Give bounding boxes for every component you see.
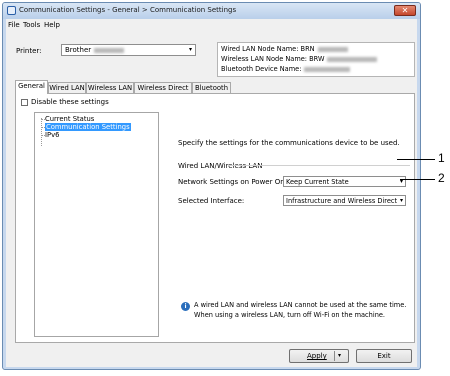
network-settings-label: Network Settings on Power On: [178, 178, 288, 186]
tree-item-current-status[interactable]: Current Status [45, 115, 94, 123]
printer-select[interactable]: Brother ▾ [61, 44, 196, 56]
general-tab-panel: Disable these settings Current Status Co… [15, 93, 415, 343]
apply-label: Apply [307, 352, 327, 360]
printer-label: Printer: [16, 47, 42, 55]
app-window: Communication Settings - General > Commu… [2, 2, 421, 370]
note-line: A wired LAN and wireless LAN cannot be u… [194, 301, 407, 309]
device-info-box: Wired LAN Node Name: BRN Wireless LAN No… [217, 42, 415, 77]
settings-tree: Current Status Communication Settings IP… [34, 112, 159, 337]
info-icon: i [181, 302, 190, 311]
redacted-value [304, 66, 351, 72]
network-settings-value: Keep Current State [286, 178, 349, 186]
app-icon [7, 6, 16, 15]
title-bar[interactable]: Communication Settings - General > Commu… [3, 3, 420, 19]
callout-2: 2 [438, 171, 445, 185]
disable-settings-checkbox[interactable] [21, 99, 28, 106]
tab-wireless-direct[interactable]: Wireless Direct [134, 82, 192, 93]
tree-item-communication-settings[interactable]: Communication Settings [45, 123, 131, 131]
menu-tools[interactable]: Tools [23, 21, 40, 29]
group-divider [228, 165, 410, 166]
callout-line [400, 179, 435, 180]
chevron-down-icon[interactable]: ▾ [338, 352, 341, 359]
menu-help[interactable]: Help [44, 21, 60, 29]
callout-1: 1 [438, 151, 445, 165]
exit-button[interactable]: Exit [356, 349, 412, 363]
selected-interface-value: Infrastructure and Wireless Direct [286, 197, 398, 205]
redacted-model [94, 47, 125, 53]
selected-interface-dropdown[interactable]: Infrastructure and Wireless Direct ▾ [283, 195, 406, 206]
bluetooth-device-name: Bluetooth Device Name: [221, 65, 351, 73]
chevron-down-icon: ▾ [188, 46, 192, 53]
note-line: When using a wireless LAN, turn off Wi-F… [194, 311, 386, 319]
wired-lan-node-name: Wired LAN Node Name: BRN [221, 45, 348, 53]
split-divider [334, 351, 335, 361]
close-button[interactable]: ✕ [394, 5, 416, 16]
tab-general[interactable]: General [15, 80, 48, 94]
group-label: Wired LAN/Wireless LAN [178, 162, 263, 170]
menu-file[interactable]: File [8, 21, 20, 29]
client-area: File Tools Help Printer: Brother ▾ Wired… [6, 19, 417, 367]
chevron-down-icon: ▾ [399, 197, 403, 204]
network-settings-dropdown[interactable]: Keep Current State ▾ [283, 176, 406, 187]
callout-line [397, 159, 435, 160]
tab-wireless-lan[interactable]: Wireless LAN [86, 82, 134, 93]
redacted-value [317, 46, 348, 52]
window-title: Communication Settings - General > Commu… [19, 6, 237, 14]
description-text: Specify the settings for the communicati… [178, 139, 400, 147]
redacted-value [327, 56, 378, 62]
wireless-lan-node-name: Wireless LAN Node Name: BRW [221, 55, 378, 63]
tab-wired-lan[interactable]: Wired LAN [48, 82, 86, 93]
menu-bar: File Tools Help [6, 19, 417, 31]
tree-connector [41, 118, 43, 146]
tree-item-ipv6[interactable]: IPv6 [45, 131, 59, 139]
selected-interface-label: Selected Interface: [178, 197, 245, 205]
disable-settings-label[interactable]: Disable these settings [31, 98, 109, 106]
printer-value: Brother [65, 46, 125, 54]
tab-bluetooth[interactable]: Bluetooth [192, 82, 231, 93]
apply-button[interactable]: Apply ▾ [289, 349, 349, 363]
